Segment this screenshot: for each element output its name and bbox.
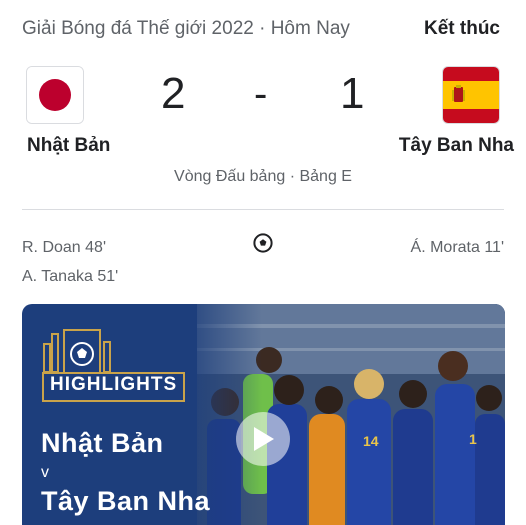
home-team[interactable]: Nhật Bản	[8, 66, 128, 156]
home-team-name: Nhật Bản	[27, 135, 111, 156]
match-header: Giải Bóng đá Thế giới 2022 · Hôm Nay Kết…	[22, 14, 500, 44]
play-button[interactable]	[236, 412, 290, 466]
spain-flag-icon	[442, 66, 500, 124]
highlights-away-team: Tây Ban Nha	[41, 486, 211, 516]
svg-text:14: 14	[363, 433, 379, 449]
score-separator: -	[254, 72, 268, 116]
home-scorer: R. Doan 48'	[22, 239, 106, 256]
tournament-title[interactable]: Giải Bóng đá Thế giới 2022 · Hôm Nay	[22, 18, 350, 40]
home-scorer: A. Tanaka 51'	[22, 268, 119, 285]
divider	[22, 209, 504, 210]
home-scorers: R. Doan 48' A. Tanaka 51'	[22, 233, 118, 291]
match-stage: Vòng Đấu bảng · Bảng E	[174, 168, 352, 185]
highlights-video[interactable]: 14 1 HIGHLIGHTS Nhật Bản v Tây Ban Nha	[22, 304, 505, 525]
away-score: 1	[340, 69, 365, 118]
away-scorer: Á. Morata 11'	[410, 239, 504, 256]
highlights-versus: v	[41, 464, 49, 481]
away-team[interactable]: Tây Ban Nha	[394, 66, 514, 156]
away-scorers: Á. Morata 11'	[411, 233, 504, 262]
svg-text:1: 1	[469, 431, 477, 447]
japan-flag-icon	[26, 66, 84, 124]
match-status: Kết thúc	[424, 18, 500, 39]
soccer-ball-icon	[253, 233, 273, 253]
away-team-name: Tây Ban Nha	[398, 135, 514, 156]
world-cup-logo-icon	[43, 329, 111, 373]
play-icon	[254, 427, 274, 451]
highlights-home-team: Nhật Bản	[41, 428, 164, 458]
home-score: 2	[161, 69, 186, 118]
match-card: Giải Bóng đá Thế giới 2022 · Hôm Nay Kết…	[0, 0, 526, 525]
highlights-label: HIGHLIGHTS	[42, 372, 186, 402]
